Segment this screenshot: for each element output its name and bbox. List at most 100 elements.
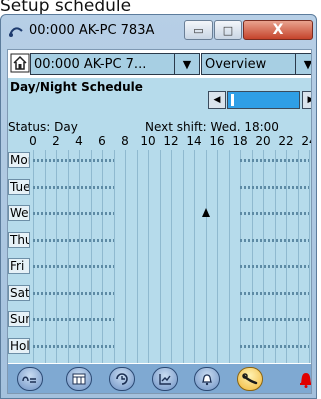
- schedule-segment[interactable]: [240, 344, 309, 348]
- hour-gridline: [171, 150, 172, 363]
- schedule-selector[interactable]: [227, 91, 300, 109]
- graph-icon: [159, 374, 171, 385]
- hour-label: 24: [301, 134, 311, 148]
- hour-gridline: [205, 150, 207, 363]
- schedule-title: Day/Night Schedule: [10, 80, 143, 94]
- toolbar: 00:000 AK-PC 7... ▼ Overview ▼: [8, 50, 311, 78]
- hour-gridline: [159, 150, 161, 363]
- hour-label: 6: [98, 134, 106, 148]
- hour-label: 16: [209, 134, 225, 148]
- schedule-segment[interactable]: [33, 238, 114, 242]
- alarm-bell-icon[interactable]: [298, 370, 312, 388]
- schedule-segment[interactable]: [240, 291, 309, 295]
- hour-label: 4: [75, 134, 83, 148]
- arrow-left-icon: ◀: [213, 95, 221, 105]
- day-label[interactable]: Sun: [8, 311, 30, 327]
- previous-button[interactable]: ◀: [208, 91, 226, 109]
- graph-button[interactable]: [152, 367, 178, 391]
- hour-gridline: [182, 150, 184, 363]
- day-label[interactable]: Fri: [8, 258, 30, 274]
- day-label[interactable]: Wed: [8, 205, 30, 221]
- hour-gridline: [194, 150, 195, 363]
- hour-label: 14: [186, 134, 202, 148]
- schedule-segment[interactable]: [240, 212, 309, 215]
- app-icon: [9, 27, 23, 37]
- schedule-segment[interactable]: [33, 344, 114, 348]
- hour-label: 20: [255, 134, 271, 148]
- view-select[interactable]: Overview ▼: [201, 53, 311, 75]
- hour-gridline: [217, 150, 218, 363]
- day-label[interactable]: Hol: [8, 337, 30, 354]
- schedule-panel: Day/Night Schedule ◀ ▶ Status: Day Next …: [8, 78, 311, 363]
- calendar-button[interactable]: [66, 367, 92, 391]
- next-button[interactable]: ▶: [302, 91, 311, 109]
- minimize-button[interactable]: ▭: [184, 20, 213, 40]
- minimize-icon: ▭: [193, 23, 204, 37]
- chevron-down-icon[interactable]: ▼: [174, 54, 199, 74]
- schedule-segment[interactable]: [240, 265, 309, 268]
- arrow-right-icon: ▶: [308, 95, 311, 105]
- day-label[interactable]: Tue: [8, 178, 30, 195]
- maximize-button[interactable]: □: [214, 20, 242, 40]
- hour-gridline: [33, 150, 34, 363]
- hour-label: 22: [278, 134, 294, 148]
- hour-gridline: [136, 150, 138, 363]
- hour-gridline: [125, 150, 126, 363]
- hour-gridline: [148, 150, 149, 363]
- maximize-icon: □: [222, 23, 234, 37]
- hour-gridline: [263, 150, 264, 363]
- refrigerator-button[interactable]: [17, 367, 43, 391]
- close-button[interactable]: X: [243, 20, 313, 40]
- schedule-segment[interactable]: [33, 159, 114, 162]
- hour-gridline: [90, 150, 92, 363]
- schedule-segment[interactable]: [33, 212, 114, 215]
- chevron-down-icon[interactable]: ▼: [295, 54, 311, 74]
- schedule-segment[interactable]: [33, 291, 114, 295]
- day-label[interactable]: Mon: [8, 152, 30, 168]
- current-time-marker: [201, 208, 210, 217]
- app-window: 00:000 AK-PC 783A ▭ □ X 00:000 AK-PC 7..…: [0, 14, 317, 399]
- device-select[interactable]: 00:000 AK-PC 7... ▼: [30, 53, 200, 75]
- home-icon[interactable]: [10, 53, 30, 73]
- hour-gridline: [67, 150, 69, 363]
- schedule-segment[interactable]: [33, 318, 114, 321]
- hour-gridline: [251, 150, 253, 363]
- view-select-value: Overview: [205, 56, 267, 72]
- title-bar: 00:000 AK-PC 783A ▭ □ X: [1, 15, 316, 49]
- hour-label: 0: [29, 134, 37, 148]
- calendar-icon: [72, 373, 86, 385]
- text-cursor: [231, 94, 234, 106]
- alarm-button[interactable]: [194, 367, 220, 391]
- client-area: 00:000 AK-PC 7... ▼ Overview ▼ Day/Night…: [7, 49, 312, 394]
- window-title: 00:000 AK-PC 783A: [29, 23, 155, 38]
- bottom-toolbar: [8, 364, 312, 393]
- hour-gridline: [56, 150, 57, 363]
- hour-label: 2: [52, 134, 60, 148]
- close-icon: X: [272, 22, 284, 38]
- schedule-segment[interactable]: [33, 185, 114, 189]
- day-label[interactable]: Sat: [8, 284, 30, 301]
- hour-gridline: [309, 150, 310, 363]
- hour-gridline: [102, 150, 103, 363]
- schedule-icon: [116, 373, 128, 385]
- hour-gridline: [44, 150, 46, 363]
- schedule-segment[interactable]: [240, 238, 309, 242]
- service-button[interactable]: [237, 367, 263, 391]
- schedule-button[interactable]: [109, 367, 135, 391]
- day-label[interactable]: Thu: [8, 231, 30, 248]
- wrench-icon: [242, 373, 258, 385]
- hour-gridline: [240, 150, 241, 363]
- schedule-segment[interactable]: [240, 185, 309, 189]
- hour-axis: 024681012141618202224: [20, 134, 311, 148]
- schedule-segment[interactable]: [33, 265, 114, 268]
- refrigerator-icon: [22, 376, 36, 383]
- bell-icon: [201, 374, 213, 386]
- next-shift-text: Next shift: Wed. 18:00: [145, 120, 279, 134]
- hour-label: 12: [163, 134, 179, 148]
- hour-label: 10: [140, 134, 156, 148]
- hour-gridline: [274, 150, 276, 363]
- schedule-segment[interactable]: [240, 159, 309, 162]
- status-text: Status: Day: [8, 120, 78, 134]
- schedule-segment[interactable]: [240, 318, 309, 321]
- schedule-grid[interactable]: Mon Tue Wed Thu Fri Sat Sun Hol: [8, 150, 311, 363]
